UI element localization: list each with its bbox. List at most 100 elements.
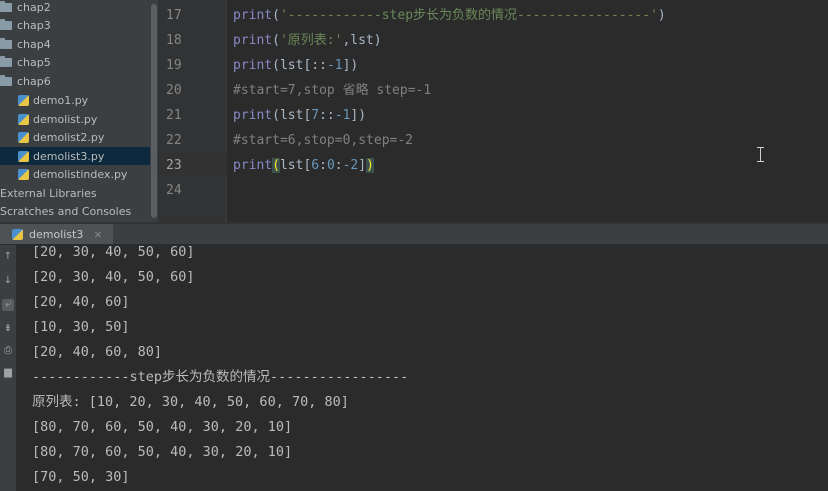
code-token: : <box>334 158 343 173</box>
code-token: print <box>233 108 273 123</box>
code-token: ) <box>657 8 666 23</box>
code-token: :: <box>319 108 335 123</box>
project-scrollbar[interactable] <box>150 0 158 222</box>
line-number: 18 <box>166 33 182 48</box>
code-token: #start=6,stop=0,step=-2 <box>233 133 414 148</box>
code-token: -2 <box>342 158 359 173</box>
folder-icon <box>0 74 12 86</box>
code-token: ( <box>272 33 280 48</box>
python-file-icon <box>18 131 29 143</box>
code-token: print <box>233 158 273 173</box>
tree-item-label: demolist2.py <box>33 130 105 144</box>
tree-item-label: chap3 <box>17 18 51 32</box>
code-token: 0 <box>326 158 335 173</box>
tree-item-demolist3-py[interactable]: demolist3.py <box>0 147 150 165</box>
code-token: ,lst) <box>342 33 382 48</box>
line-number: 17 <box>166 8 182 23</box>
wrap-icon[interactable]: ⤶ <box>2 299 14 311</box>
tree-item-label: chap5 <box>17 55 51 69</box>
tree-item-chap2[interactable]: chap2 <box>0 0 150 16</box>
tree-item-chap5[interactable]: chap5 <box>0 53 150 71</box>
close-icon[interactable]: × <box>93 228 102 241</box>
console-output-line: [20, 30, 40, 50, 60] <box>32 244 195 260</box>
tree-item-scratches-and-consoles[interactable]: Scratches and Consoles <box>0 202 150 220</box>
console-output-line: [20, 30, 40, 50, 60] <box>32 269 195 285</box>
code-line[interactable]: print(lst[::-1]) <box>233 53 358 78</box>
line-number: 20 <box>166 83 182 98</box>
code-token: ]) <box>350 108 367 123</box>
code-token: -1 <box>326 58 343 73</box>
line-number: 24 <box>166 183 182 198</box>
console-output-line: [10, 30, 50] <box>32 319 130 335</box>
project-tree: chap2 chap3 chap4 chap5 chap6 demo1.py demolis… <box>0 0 150 222</box>
tree-item-label: chap6 <box>17 74 51 88</box>
tree-item-chap3[interactable]: chap3 <box>0 16 150 34</box>
code-token: -1 <box>334 108 351 123</box>
code-token: 7 <box>311 108 320 123</box>
tree-item-label: demolistindex.py <box>33 167 128 181</box>
python-file-icon <box>12 228 23 240</box>
line-number: 23 <box>166 158 182 173</box>
console-output-line: [70, 50, 30] <box>32 469 130 485</box>
trash-icon[interactable]: ▆ <box>2 367 14 379</box>
tree-item-demolist2-py[interactable]: demolist2.py <box>0 128 150 146</box>
code-token: '------------step步长为负数的情况---------------… <box>279 8 658 23</box>
code-token: ]) <box>342 58 359 73</box>
tree-item-label: demolist3.py <box>33 149 105 163</box>
tree-item-demo1-py[interactable]: demo1.py <box>0 91 150 109</box>
tree-item-label: chap4 <box>17 37 51 51</box>
console-output-line: 原列表: [10, 20, 30, 40, 50, 60, 70, 80] <box>32 394 349 410</box>
print-icon[interactable]: ⎙ <box>2 345 14 357</box>
code-line[interactable]: #start=7,stop 省略 step=-1 <box>233 78 431 103</box>
code-token: print <box>233 33 273 48</box>
code-token: lst[ <box>279 158 312 173</box>
python-file-icon <box>18 150 29 162</box>
code-token: 6 <box>311 158 320 173</box>
up-arrow-icon[interactable]: ↑ <box>2 251 14 263</box>
folder-icon <box>0 0 12 12</box>
tree-item-demolistindex-py[interactable]: demolistindex.py <box>0 165 150 183</box>
code-token: '原列表:' <box>279 33 343 48</box>
code-token: ( <box>272 8 280 23</box>
code-token: ) <box>366 158 374 173</box>
tree-item-demolist-py[interactable]: demolist.py <box>0 110 150 128</box>
sort-icon[interactable]: ⇟ <box>2 323 14 335</box>
code-token: ] <box>358 158 367 173</box>
line-number: 19 <box>166 58 182 73</box>
line-number: 21 <box>166 108 182 123</box>
folder-icon <box>0 55 12 67</box>
code-line[interactable]: print(lst[7::-1]) <box>233 103 366 128</box>
tree-item-label: chap2 <box>17 0 51 14</box>
text-cursor-icon <box>757 147 764 162</box>
python-file-icon <box>18 113 29 125</box>
tree-item-chap4[interactable]: chap4 <box>0 35 150 53</box>
code-token: print <box>233 8 273 23</box>
folder-icon <box>0 37 12 49</box>
code-token: (lst[ <box>272 108 312 123</box>
code-token: : <box>319 158 327 173</box>
tree-item-external-libraries[interactable]: External Libraries <box>0 184 150 202</box>
python-file-icon <box>18 94 29 106</box>
console-output-line: ------------step步长为负数的情况----------------… <box>32 369 409 385</box>
line-number: 22 <box>166 133 182 148</box>
console-output-line: [20, 40, 60, 80] <box>32 344 163 360</box>
folder-icon <box>0 18 12 30</box>
code-line[interactable]: print('原列表:',lst) <box>233 28 382 53</box>
console-output-line: [80, 70, 60, 50, 40, 30, 20, 10] <box>32 419 293 435</box>
code-token: #start=7,stop 省略 step=-1 <box>233 83 432 98</box>
code-token: print <box>233 58 273 73</box>
down-arrow-icon[interactable]: ↓ <box>2 275 14 287</box>
tree-item-chap6[interactable]: chap6 <box>0 72 150 90</box>
tree-item-label: External Libraries <box>0 186 97 200</box>
code-line[interactable]: #start=6,stop=0,step=-2 <box>233 128 413 153</box>
run-toolbar: ↑ ↓ ⤶ ⇟ ⎙ ▆ <box>0 245 16 491</box>
console-output-line: [20, 40, 60] <box>32 294 130 310</box>
tree-item-label: demolist.py <box>33 112 98 126</box>
code-token: (lst[:: <box>272 58 327 73</box>
code-line[interactable]: print('------------step步长为负数的情况---------… <box>233 3 666 28</box>
run-tab-label: demolist3 <box>29 227 84 241</box>
project-scrollbar-thumb[interactable] <box>151 4 157 218</box>
tree-item-label: Scratches and Consoles <box>0 204 132 218</box>
tree-item-label: demo1.py <box>33 93 89 107</box>
code-line[interactable]: print(lst[6:0:-2]) <box>233 153 374 178</box>
